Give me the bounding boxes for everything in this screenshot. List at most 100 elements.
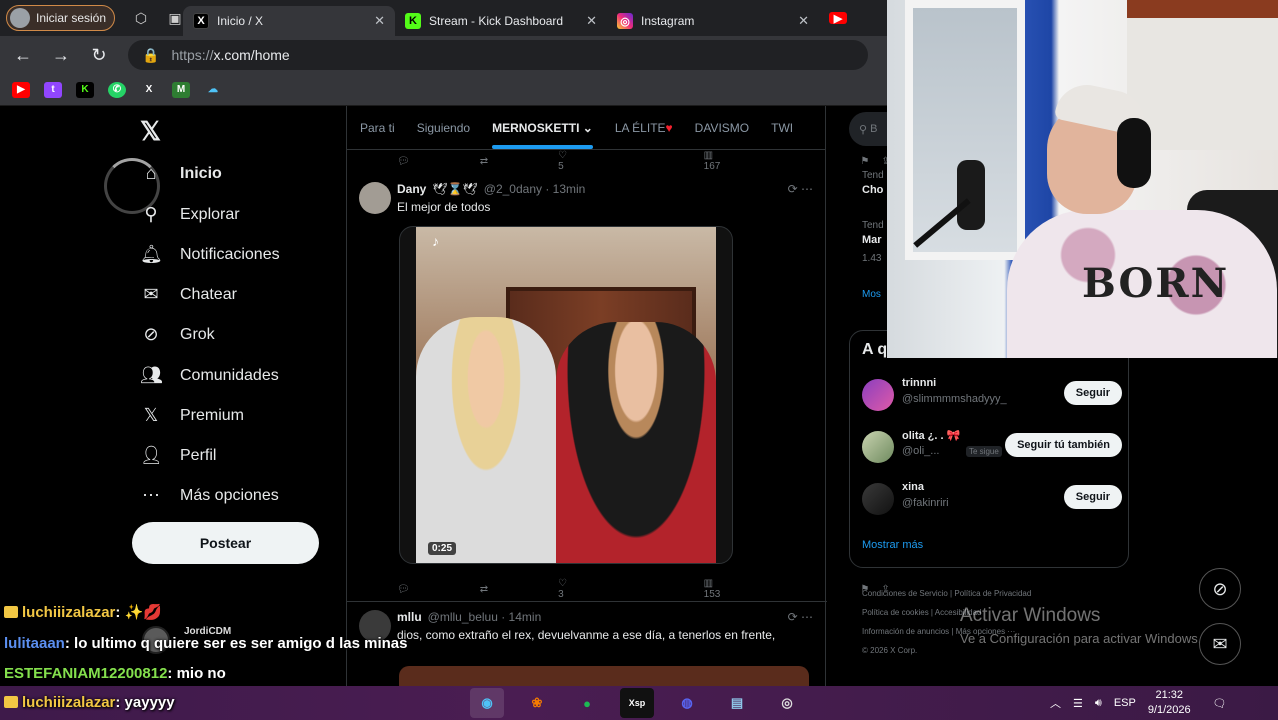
spotify-icon[interactable]: ● xyxy=(570,688,604,718)
close-icon[interactable]: ✕ xyxy=(798,13,809,29)
edge-icon[interactable]: ◉ xyxy=(470,688,504,718)
x-icon[interactable]: X xyxy=(140,82,158,98)
nav-item-perfil[interactable]: 👤︎ Perfil xyxy=(140,445,216,466)
nav-item-explorar[interactable]: ⚲ Explorar xyxy=(140,204,239,225)
reload-icon[interactable]: ↻ xyxy=(84,45,114,66)
nav-item-notificaciones[interactable]: 🔔︎ Notificaciones xyxy=(140,244,280,265)
trend-title[interactable]: Cho xyxy=(862,184,883,196)
tab-instagram[interactable]: ◎ Instagram ✕ xyxy=(607,6,819,36)
tab-davismo[interactable]: DAVISMO xyxy=(695,121,749,135)
language-indicator[interactable]: ESP xyxy=(1114,697,1136,709)
nav-item-premium[interactable]: 𝕏 Premium xyxy=(140,405,244,426)
media-preview[interactable] xyxy=(399,666,809,686)
workspaces-icon[interactable]: ⬡ xyxy=(133,10,149,26)
close-icon[interactable]: ✕ xyxy=(374,13,385,29)
video-player[interactable]: ♪ 0:25 xyxy=(399,226,733,564)
reply-icon[interactable]: 💬︎ xyxy=(397,584,410,595)
site-info-icon[interactable]: 🔒 xyxy=(142,47,159,64)
xsplit-icon[interactable]: Xsp xyxy=(620,688,654,718)
show-more-link[interactable]: Mostrar más xyxy=(862,539,923,551)
notifications-icon[interactable]: 🗨︎ xyxy=(1213,697,1227,710)
avatar[interactable] xyxy=(359,182,391,214)
footer-link[interactable]: Política de cookies xyxy=(862,608,929,617)
obs-icon[interactable]: ◎ xyxy=(770,688,804,718)
retweet-icon[interactable]: ⇄ xyxy=(480,584,488,595)
tab-para-ti[interactable]: Para ti xyxy=(360,121,395,135)
reply-icon[interactable]: 💬︎ xyxy=(397,156,410,167)
tab-twi[interactable]: TWI xyxy=(771,121,793,135)
tab-x-home[interactable]: X Inicio / X ✕ xyxy=(183,6,396,36)
wifi-icon[interactable]: ☰ xyxy=(1073,697,1083,710)
chat-text: : yayyyy xyxy=(115,694,175,711)
follow-suggestion[interactable]: xina @fakinriri Seguir xyxy=(862,479,1122,519)
chevron-up-icon[interactable]: ︿ xyxy=(1050,695,1061,711)
forward-icon[interactable]: → xyxy=(46,45,76,66)
author-name[interactable]: Dany xyxy=(397,182,426,196)
url-input[interactable]: 🔒 https://x.com/home xyxy=(128,40,868,70)
trends-show-more[interactable]: Mos xyxy=(862,289,881,300)
retweet-icon[interactable]: ⇄ xyxy=(480,156,488,167)
more-options-icon[interactable]: ⟳ ⋯ xyxy=(788,182,813,196)
tab-mernosketti[interactable]: MERNOSKETTI ⌄ xyxy=(492,121,593,149)
account-name[interactable]: trinnni xyxy=(902,377,936,389)
notepad-icon[interactable]: ▤ xyxy=(720,688,754,718)
twitch-icon[interactable]: t xyxy=(44,81,62,98)
tab-kick-dashboard[interactable]: K Stream - Kick Dashboard ✕ xyxy=(395,6,607,36)
tweet-card[interactable]: mllu @mllu_beluu · 14min ⟳ ⋯ dios, como … xyxy=(347,602,827,686)
follow-button[interactable]: Seguir xyxy=(1063,381,1122,405)
app-icon[interactable]: M xyxy=(172,81,190,98)
author-name[interactable]: mllu xyxy=(397,610,422,624)
tab-la-elite[interactable]: LA ÉLITE♥ xyxy=(615,121,673,135)
like-button[interactable]: ♡ 3 xyxy=(558,578,634,600)
youtube-icon[interactable]: ▶ xyxy=(12,81,30,98)
more-options-icon[interactable]: ⟳ ⋯ xyxy=(788,610,813,624)
nav-item-grok[interactable]: ⊘ Grok xyxy=(140,324,214,345)
footer-link[interactable]: Política de Privacidad xyxy=(954,589,1031,598)
footer-link[interactable]: Condiciones de Servicio xyxy=(862,589,948,598)
account-name[interactable]: olita ¿. . 🎀 xyxy=(902,429,960,442)
post-button[interactable]: Postear xyxy=(132,522,319,564)
tweet-card[interactable]: Dany 🕊⌛🕊 @2_0dany · 13min ⟳ ⋯ El mejor d… xyxy=(347,172,890,602)
footer-link[interactable]: Información de anuncios xyxy=(862,627,949,636)
nav-item-mas-opciones[interactable]: ⋯ Más opciones xyxy=(140,485,279,506)
avatar[interactable] xyxy=(862,379,894,411)
grok-icon[interactable]: ⊘ xyxy=(1199,568,1241,610)
avatar[interactable] xyxy=(862,431,894,463)
bookmarks-bar: ▶ t K ✆ X M ☁ xyxy=(0,74,890,106)
nav-item-comunidades[interactable]: 👥︎ Comunidades xyxy=(140,365,279,386)
x-logo-icon[interactable]: 𝕏 xyxy=(140,116,161,147)
search-input[interactable]: ⚲ B xyxy=(849,112,890,146)
tweet-text: dios, como extraño el rex, devuelvanme a… xyxy=(397,628,776,642)
tab-actions-icon[interactable]: ▣ xyxy=(167,10,183,26)
account-name[interactable]: xina xyxy=(902,481,924,493)
nav-item-inicio[interactable]: ⌂ Inicio xyxy=(140,163,222,184)
kick-icon[interactable]: K xyxy=(76,81,94,98)
like-button[interactable]: ♡ 5 xyxy=(558,150,634,172)
search-icon: ⚲ xyxy=(144,204,158,224)
follow-suggestion[interactable]: trinnni @slimmmmshadyyy_ Seguir xyxy=(862,375,1122,415)
fl-studio-icon[interactable]: ❀ xyxy=(520,688,554,718)
avatar[interactable] xyxy=(862,483,894,515)
youtube-tab-icon[interactable]: ▶ xyxy=(829,12,848,25)
url-host: x.com/home xyxy=(213,47,290,63)
tab-siguiendo[interactable]: Siguiendo xyxy=(417,121,470,135)
views-button[interactable]: ▥ 167 xyxy=(704,150,791,172)
nav-item-chatear[interactable]: ✉ Chatear xyxy=(140,284,236,305)
trend-category: Tend xyxy=(862,220,884,231)
back-icon[interactable]: ← xyxy=(8,45,38,66)
follow-button[interactable]: Seguir xyxy=(1063,485,1122,509)
views-button[interactable]: ▥ 153 xyxy=(704,578,791,600)
profile-button[interactable]: Iniciar sesión xyxy=(6,5,116,31)
address-bar: ← → ↻ 🔒 https://x.com/home xyxy=(0,36,890,74)
discord-icon[interactable]: ◍ xyxy=(670,688,704,718)
clock[interactable]: 21:32 9/1/2026 xyxy=(1148,688,1191,718)
volume-icon[interactable]: 🔊︎ xyxy=(1095,697,1102,710)
whatsapp-icon[interactable]: ✆ xyxy=(108,81,126,98)
follow-suggestion[interactable]: olita ¿. . 🎀 @oli_... Te sigue Seguir tú… xyxy=(862,427,1122,467)
trend-title[interactable]: Mar xyxy=(862,234,882,246)
messages-icon[interactable]: ✉ xyxy=(1199,623,1241,665)
chat-text: : mio no xyxy=(167,665,226,682)
close-icon[interactable]: ✕ xyxy=(586,13,597,29)
cloud-icon[interactable]: ☁ xyxy=(204,82,222,98)
follow-back-button[interactable]: Seguir tú también xyxy=(1005,433,1122,457)
